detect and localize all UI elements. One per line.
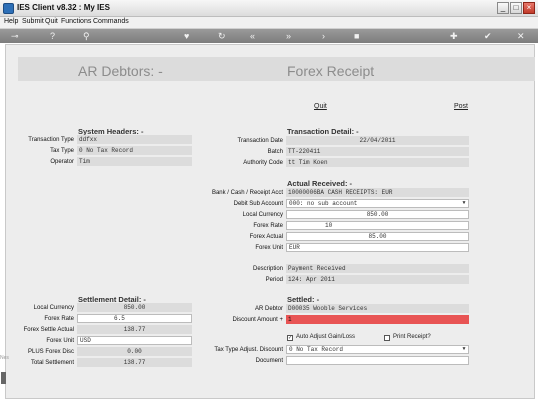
close-button[interactable]: × <box>523 2 535 14</box>
page-subtitle: Forex Receipt <box>287 63 375 79</box>
forex-rate-field[interactable]: 10 <box>286 221 469 230</box>
forex-unit-field[interactable]: EUR <box>286 243 469 252</box>
period-label: Period <box>265 277 283 283</box>
bank-account-field[interactable]: 10000006BA CASH RECEIPTS: EUR <box>286 188 469 197</box>
check-icon[interactable]: ✔ <box>484 30 492 42</box>
settle-forex-unit-label: Forex Unit <box>46 338 74 344</box>
toolbar: ⊸ ? ⚲ ♥ ↻ « » › ■ ✚ ✔ ✕ <box>0 29 538 43</box>
menu-bar: Help Submit Quit Functions Commands <box>0 17 538 29</box>
discount-amount-label: Discount Amount + <box>232 317 283 323</box>
operator-label: Operator <box>50 159 74 165</box>
refresh-icon[interactable]: ↻ <box>218 30 226 42</box>
rewind-icon[interactable]: « <box>250 30 255 42</box>
bank-account-label: Bank / Cash / Receipt Acct <box>211 190 283 196</box>
print-receipt-label: Print Receipt? <box>393 334 431 340</box>
debit-sub-account-value: 000: no sub account <box>289 200 358 207</box>
gutter-icon <box>1 372 6 384</box>
chevron-down-icon[interactable]: ▼ <box>461 201 467 206</box>
maximize-button[interactable]: □ <box>510 2 522 14</box>
close-icon[interactable]: ✕ <box>517 30 525 42</box>
forex-actual-field[interactable]: 85.00 <box>286 232 469 241</box>
tax-type-field[interactable]: 0 No Tax Record <box>77 146 192 155</box>
print-receipt-checkbox[interactable] <box>384 335 390 341</box>
batch-field[interactable]: TT-220411 <box>286 147 469 156</box>
quit-link[interactable]: Quit <box>314 103 327 110</box>
ar-debtor-field[interactable]: D00035 Wooble Services <box>286 304 469 313</box>
batch-label: Batch <box>267 149 283 155</box>
forex-unit-label: Forex Unit <box>255 245 283 251</box>
forex-settle-actual-field[interactable]: 138.77 <box>77 325 192 334</box>
tax-adjust-select[interactable]: 0 No Tax Record ▼ <box>286 345 469 354</box>
debit-sub-account-label: Debit Sub Account <box>233 201 283 207</box>
page-title: AR Debtors: - <box>78 63 163 79</box>
local-currency-field[interactable]: 850.00 <box>286 210 469 219</box>
fast-forward-icon[interactable]: » <box>286 30 291 42</box>
help-icon[interactable]: ? <box>50 30 55 42</box>
settle-local-currency-field[interactable]: 850.00 <box>77 303 192 312</box>
transaction-detail-title: Transaction Detail: - <box>287 127 359 136</box>
menu-functions[interactable]: Functions <box>61 18 91 25</box>
post-link[interactable]: Post <box>454 103 468 110</box>
app-icon <box>3 3 14 14</box>
authority-code-field[interactable]: tt Tim Koen <box>286 158 469 167</box>
total-settlement-field[interactable]: 138.77 <box>77 358 192 367</box>
plus-forex-disc-label: PLUS Forex Disc <box>27 349 74 355</box>
chevron-down-icon[interactable]: ▼ <box>461 347 467 352</box>
main-panel: AR Debtors: - Forex Receipt Quit Post Sy… <box>5 44 535 399</box>
operator-field[interactable]: Tim <box>77 157 192 166</box>
settle-local-currency-label: Local Currency <box>33 305 74 311</box>
tax-adjust-value: 0 No Tax Record <box>289 346 344 353</box>
plus-forex-disc-field[interactable]: 0.00 <box>77 347 192 356</box>
forward-icon[interactable]: › <box>322 30 325 42</box>
window-title: IES Client v8.32 : My IES <box>17 3 110 12</box>
menu-commands[interactable]: Commands <box>93 18 129 25</box>
authority-code-label: Authority Code <box>243 160 283 166</box>
debit-sub-account-select[interactable]: 000: no sub account ▼ <box>286 199 469 208</box>
forex-settle-actual-label: Forex Settle Actual <box>23 327 74 333</box>
forex-actual-label: Forex Actual <box>249 234 283 240</box>
actual-received-title: Actual Received: - <box>287 179 353 188</box>
key-icon[interactable]: ⊸ <box>11 30 19 42</box>
heart-icon[interactable]: ♥ <box>184 30 189 42</box>
total-settlement-label: Total Settlement <box>30 360 74 366</box>
document-label: Document <box>255 358 283 364</box>
stop-icon[interactable]: ■ <box>354 30 359 42</box>
menu-submit[interactable]: Submit <box>22 18 44 25</box>
auto-adjust-label: Auto Adjust Gain/Loss <box>296 334 356 340</box>
tax-adjust-label: Tax Type Adjust. Discount <box>214 347 283 353</box>
auto-adjust-checkbox[interactable]: ✓ <box>287 335 293 341</box>
transaction-type-field[interactable]: ddfxx <box>77 135 192 144</box>
period-field[interactable]: 124: Apr 2011 <box>286 275 469 284</box>
ar-debtor-label: AR Debtor <box>254 306 283 312</box>
settle-forex-rate-label: Forex Rate <box>44 316 74 322</box>
description-label: Description <box>252 266 283 272</box>
settle-forex-rate-field[interactable]: 6.5 <box>77 314 192 323</box>
menu-quit[interactable]: Quit <box>45 18 58 25</box>
minimize-button[interactable]: _ <box>497 2 509 14</box>
title-bar: IES Client v8.32 : My IES _ □ × <box>0 0 538 17</box>
transaction-date-label: Transaction Date <box>237 138 283 144</box>
settled-title: Settled: - <box>287 295 320 304</box>
transaction-type-label: Transaction Type <box>28 137 74 143</box>
transaction-date-field[interactable]: 22/04/2011 <box>286 136 469 145</box>
menu-help[interactable]: Help <box>4 18 18 25</box>
local-currency-label: Local Currency <box>242 212 283 218</box>
document-field[interactable] <box>286 356 469 365</box>
add-icon[interactable]: ✚ <box>450 30 458 42</box>
gutter-label: Nes <box>0 355 9 361</box>
description-field[interactable]: Payment Received <box>286 264 469 273</box>
discount-amount-field[interactable]: 1 <box>286 315 469 324</box>
settle-forex-unit-field[interactable]: USD <box>77 336 192 345</box>
tax-type-label: Tax Type <box>50 148 74 154</box>
search-icon[interactable]: ⚲ <box>83 30 90 42</box>
forex-rate-label: Forex Rate <box>253 223 283 229</box>
